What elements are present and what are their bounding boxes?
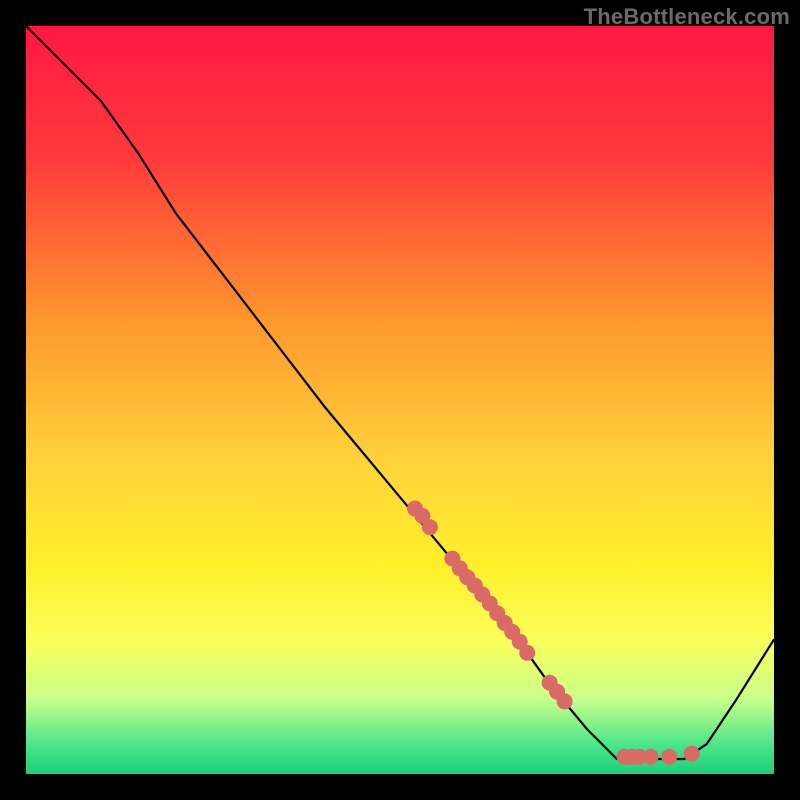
bottleneck-chart: [26, 26, 774, 774]
data-point: [422, 519, 438, 535]
watermark-label: TheBottleneck.com: [584, 4, 790, 30]
data-point: [661, 749, 677, 765]
data-point: [519, 645, 535, 661]
chart-background: [26, 26, 774, 774]
chart-container: TheBottleneck.com: [0, 0, 800, 800]
data-point: [643, 749, 659, 765]
data-point: [684, 746, 700, 762]
data-point: [557, 693, 573, 709]
